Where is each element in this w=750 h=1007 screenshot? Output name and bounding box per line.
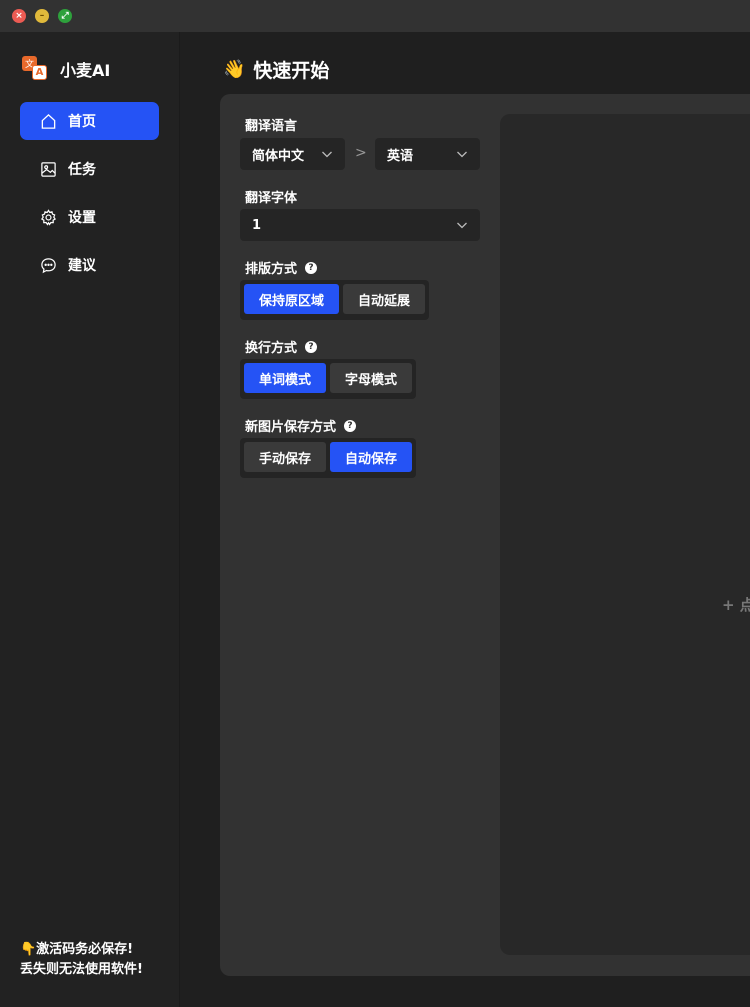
chevron-down-icon (457, 151, 467, 158)
sidebar-item-settings[interactable]: 设置 (20, 198, 159, 236)
help-icon[interactable]: ? (305, 261, 318, 274)
sidebar-item-home[interactable]: 首页 (20, 102, 159, 140)
drop-area-hint: + 点 (722, 596, 750, 614)
notice-line-2: 丢失则无法使用软件! (20, 962, 143, 977)
wrap-letter-mode-button[interactable]: 字母模式 (330, 363, 413, 393)
sidebar-item-label: 任务 (68, 162, 96, 178)
sidebar-item-label: 设置 (68, 210, 96, 226)
gear-icon (41, 208, 56, 226)
sidebar-item-tasks[interactable]: 任务 (20, 150, 159, 188)
app-name: 小麦AI (60, 61, 111, 80)
translate-font-label-text: 翻译字体 (245, 191, 298, 206)
source-language-select[interactable]: 简体中文 (240, 138, 345, 170)
source-language-value: 简体中文 (252, 148, 305, 164)
activation-notice: 👇激活码务必保存! 丢失则无法使用软件! (20, 940, 143, 980)
page-title-text: 快速开始 (253, 60, 330, 82)
chat-icon (41, 257, 56, 273)
image-drop-area[interactable]: + 点 (500, 114, 750, 955)
page-title: 👋 快速开始 (223, 56, 329, 83)
sidebar-item-label: 建议 (68, 258, 96, 274)
layout-mode-label-text: 排版方式 (245, 262, 298, 277)
translate-language-label-text: 翻译语言 (245, 119, 298, 134)
main-area: 👋 快速开始 翻译语言 简体中文 > 英语 翻译字体 1 排版方式 ? 保持原区… (180, 32, 750, 1007)
translate-language-label: 翻译语言 (245, 115, 297, 134)
save-mode-label-text: 新图片保存方式 (245, 420, 337, 435)
image-icon (41, 161, 56, 177)
help-icon[interactable]: ? (305, 340, 318, 353)
help-icon[interactable]: ? (344, 419, 357, 432)
chevron-down-icon (322, 151, 332, 158)
target-language-select[interactable]: 英语 (375, 138, 480, 170)
layout-auto-extend-button[interactable]: 自动延展 (343, 284, 426, 314)
close-icon[interactable]: × (12, 9, 26, 23)
translate-font-label: 翻译字体 (245, 187, 297, 206)
brand: 文 A 小麦AI (22, 56, 110, 82)
save-mode-toggle: 手动保存 自动保存 (240, 438, 417, 478)
translate-font-select[interactable]: 1 (240, 209, 480, 241)
save-mode-label: 新图片保存方式 ? (245, 416, 357, 435)
wrap-mode-toggle: 单词模式 字母模式 (240, 359, 417, 399)
minimize-icon[interactable]: – (35, 9, 49, 23)
logo-bottom-glyph: A (32, 65, 47, 80)
home-icon (41, 113, 56, 129)
wave-icon: 👋 (223, 59, 246, 80)
sidebar-nav: 首页 任务 设置 建议 (20, 102, 159, 294)
layout-mode-toggle: 保持原区域 自动延展 (240, 280, 430, 320)
sidebar-item-label: 首页 (68, 114, 96, 130)
layout-mode-label: 排版方式 ? (245, 258, 318, 277)
chevron-down-icon (457, 222, 467, 229)
translate-font-value: 1 (252, 217, 262, 233)
language-arrow: > (355, 145, 367, 161)
layout-keep-region-button[interactable]: 保持原区域 (244, 284, 340, 314)
wrap-mode-label: 换行方式 ? (245, 337, 318, 356)
maximize-icon[interactable]: ⤢ (58, 9, 72, 23)
wrap-word-mode-button[interactable]: 单词模式 (244, 363, 327, 393)
target-language-value: 英语 (387, 148, 414, 164)
auto-save-button[interactable]: 自动保存 (330, 442, 413, 472)
manual-save-button[interactable]: 手动保存 (244, 442, 327, 472)
notice-line-1: 👇激活码务必保存! (20, 942, 134, 957)
settings-panel: 翻译语言 简体中文 > 英语 翻译字体 1 排版方式 ? 保持原区域 自动延展 … (220, 94, 750, 976)
window-titlebar: × – ⤢ (0, 0, 750, 32)
app-logo-icon: 文 A (22, 56, 48, 82)
sidebar: 文 A 小麦AI 首页 任务 设置 建议 👇激活码务必保存! 丢失则无法使用软件… (0, 32, 180, 1007)
wrap-mode-label-text: 换行方式 (245, 341, 298, 356)
sidebar-item-suggestions[interactable]: 建议 (20, 246, 159, 284)
